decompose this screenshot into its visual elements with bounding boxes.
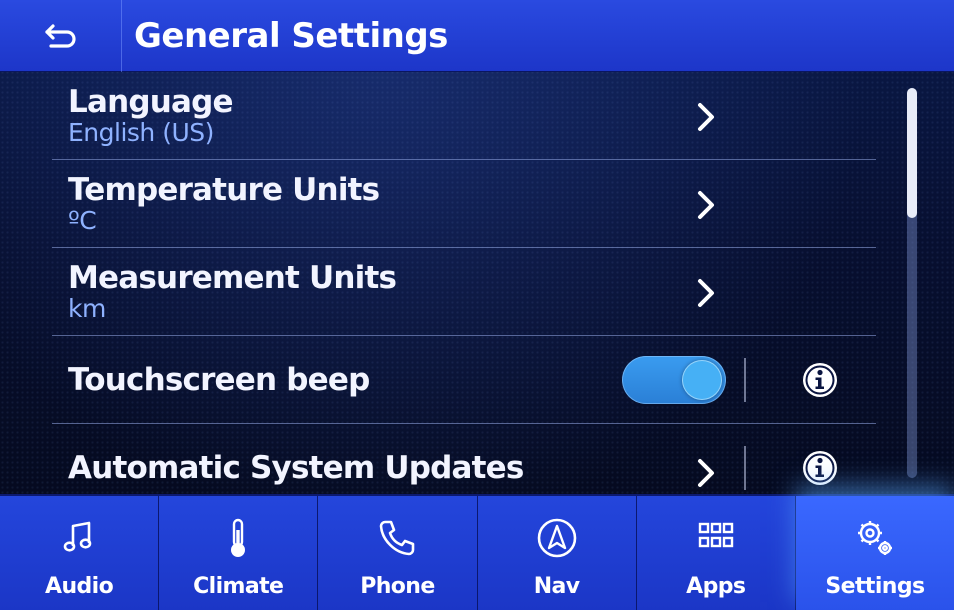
page-title: General Settings	[134, 15, 448, 56]
back-arrow-icon	[44, 23, 76, 48]
phone-icon	[380, 520, 415, 556]
chevron-right-icon	[698, 459, 714, 487]
nav-label: Nav	[533, 574, 580, 599]
setting-label: Automatic System Updates	[68, 450, 524, 486]
settings-screen: General Settings Language English (US) T…	[0, 0, 954, 610]
setting-row-automatic-system-updates[interactable]: Automatic System Updates	[52, 424, 876, 494]
setting-label: Language	[68, 84, 234, 120]
toggle-knob	[682, 360, 722, 400]
setting-row-measurement-units[interactable]: Measurement Units km	[52, 248, 876, 336]
scrollbar-thumb[interactable]	[907, 88, 917, 218]
bottom-nav: Audio Climate Phone Nav Apps Settings	[0, 494, 954, 610]
chevron-right-icon	[698, 103, 714, 131]
setting-row-temperature-units[interactable]: Temperature Units ºC	[52, 160, 876, 248]
info-icon[interactable]	[800, 448, 840, 488]
chevron-right-icon	[698, 279, 714, 307]
nav-item-climate[interactable]: Climate	[159, 496, 319, 610]
setting-value: ºC	[68, 206, 97, 235]
setting-label: Touchscreen beep	[68, 362, 370, 398]
music-note-icon	[63, 521, 92, 552]
nav-item-settings[interactable]: Settings	[795, 496, 954, 610]
setting-row-touchscreen-beep: Touchscreen beep	[52, 336, 876, 424]
vertical-divider	[744, 358, 746, 402]
nav-item-nav[interactable]: Nav	[477, 496, 637, 610]
setting-label: Measurement Units	[68, 260, 397, 296]
nav-item-apps[interactable]: Apps	[636, 496, 796, 610]
nav-label: Climate	[193, 574, 284, 599]
gears-icon	[857, 521, 892, 555]
setting-value: km	[68, 294, 106, 323]
back-button[interactable]	[0, 0, 122, 72]
nav-item-audio[interactable]: Audio	[0, 496, 160, 610]
nav-label: Phone	[360, 574, 435, 599]
header-bar: General Settings	[0, 0, 954, 72]
apps-grid-icon	[698, 522, 733, 548]
chevron-right-icon	[698, 191, 714, 219]
scrollbar[interactable]	[907, 88, 917, 478]
thermometer-icon	[231, 518, 246, 557]
setting-row-language[interactable]: Language English (US)	[52, 72, 876, 160]
touchscreen-beep-toggle[interactable]	[622, 356, 726, 404]
setting-value: English (US)	[68, 118, 214, 147]
vertical-divider	[744, 446, 746, 490]
navigation-icon	[537, 518, 576, 558]
setting-label: Temperature Units	[68, 172, 380, 208]
settings-list: Language English (US) Temperature Units …	[0, 72, 900, 494]
info-icon[interactable]	[800, 360, 840, 400]
nav-item-phone[interactable]: Phone	[318, 496, 478, 610]
nav-label: Audio	[45, 574, 114, 599]
nav-label: Apps	[686, 574, 746, 599]
nav-label: Settings	[825, 574, 925, 599]
